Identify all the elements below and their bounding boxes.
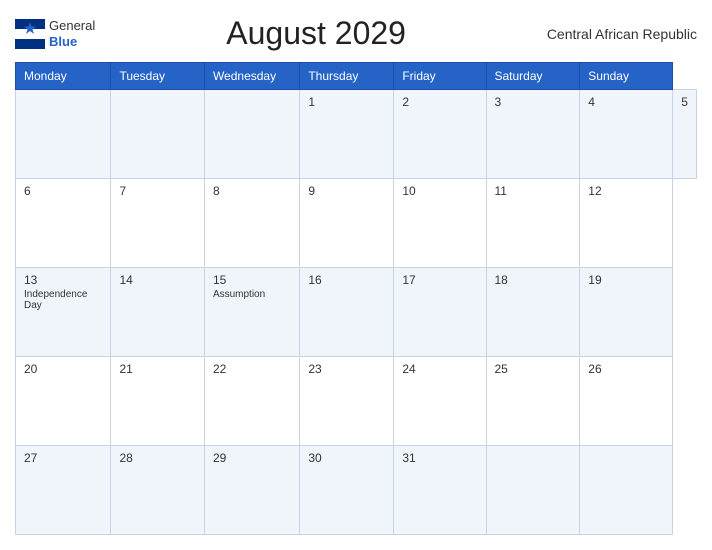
day-number: 25 (495, 362, 572, 376)
day-number: 5 (681, 95, 688, 109)
header-wednesday: Wednesday (204, 63, 299, 90)
calendar-cell: 24 (394, 357, 486, 446)
day-number: 20 (24, 362, 102, 376)
calendar-cell: 27 (16, 446, 111, 535)
calendar-cell: 13 Independence Day (16, 268, 111, 357)
calendar-cell (204, 90, 299, 179)
day-number: 24 (402, 362, 477, 376)
calendar-cell: 10 (394, 179, 486, 268)
calendar-cell: 7 (111, 179, 205, 268)
calendar-cell: 15 Assumption (204, 268, 299, 357)
calendar-header: General Blue August 2029 Central African… (15, 15, 697, 52)
calendar-cell: 21 (111, 357, 205, 446)
calendar-cell: 31 (394, 446, 486, 535)
calendar-week-row: 27 28 29 30 31 (16, 446, 697, 535)
calendar-cell: 5 (673, 90, 697, 179)
day-number: 19 (588, 273, 664, 287)
calendar-cell: 3 (486, 90, 580, 179)
header-monday: Monday (16, 63, 111, 90)
calendar-cell (580, 446, 673, 535)
calendar-title: August 2029 (95, 15, 537, 52)
calendar-cell: 4 (580, 90, 673, 179)
header-thursday: Thursday (300, 63, 394, 90)
calendar-cell: 8 (204, 179, 299, 268)
day-number: 23 (308, 362, 385, 376)
calendar-cell: 1 (300, 90, 394, 179)
calendar-cell: 16 (300, 268, 394, 357)
calendar-cell: 20 (16, 357, 111, 446)
header-sunday: Sunday (580, 63, 673, 90)
day-number: 16 (308, 273, 385, 287)
calendar-week-row: 1 2 3 4 5 (16, 90, 697, 179)
day-number: 8 (213, 184, 291, 198)
calendar-cell: 25 (486, 357, 580, 446)
weekday-header-row: Monday Tuesday Wednesday Thursday Friday… (16, 63, 697, 90)
header-saturday: Saturday (486, 63, 580, 90)
calendar-cell: 2 (394, 90, 486, 179)
day-number: 3 (495, 95, 572, 109)
day-number: 26 (588, 362, 664, 376)
calendar-cell: 29 (204, 446, 299, 535)
calendar-week-row: 6 7 8 9 10 11 12 (16, 179, 697, 268)
day-number: 28 (119, 451, 196, 465)
day-number: 14 (119, 273, 196, 287)
day-number: 29 (213, 451, 291, 465)
calendar-cell: 11 (486, 179, 580, 268)
logo-icon (15, 19, 45, 49)
holiday-name: Assumption (213, 289, 291, 300)
day-number: 1 (308, 95, 385, 109)
calendar-cell: 28 (111, 446, 205, 535)
day-number: 27 (24, 451, 102, 465)
calendar-week-row: 20 21 22 23 24 25 26 (16, 357, 697, 446)
logo: General Blue (15, 18, 95, 49)
day-number: 30 (308, 451, 385, 465)
day-number: 11 (495, 184, 572, 198)
calendar-cell: 26 (580, 357, 673, 446)
day-number: 17 (402, 273, 477, 287)
calendar-cell (16, 90, 111, 179)
calendar-cell: 23 (300, 357, 394, 446)
day-number: 7 (119, 184, 196, 198)
day-number: 31 (402, 451, 477, 465)
day-number: 4 (588, 95, 664, 109)
day-number: 6 (24, 184, 102, 198)
country-name: Central African Republic (537, 26, 697, 42)
header-tuesday: Tuesday (111, 63, 205, 90)
holiday-name: Independence Day (24, 289, 102, 311)
calendar-week-row: 13 Independence Day 14 15 Assumption 16 17 18 19 (16, 268, 697, 357)
day-number: 13 (24, 273, 102, 287)
calendar-cell: 14 (111, 268, 205, 357)
day-number: 18 (495, 273, 572, 287)
calendar-table: Monday Tuesday Wednesday Thursday Friday… (15, 62, 697, 535)
day-number: 15 (213, 273, 291, 287)
calendar-cell: 17 (394, 268, 486, 357)
calendar-cell (486, 446, 580, 535)
day-number: 22 (213, 362, 291, 376)
day-number: 12 (588, 184, 664, 198)
calendar-cell: 12 (580, 179, 673, 268)
calendar-cell: 22 (204, 357, 299, 446)
calendar-cell: 30 (300, 446, 394, 535)
header-friday: Friday (394, 63, 486, 90)
calendar-cell (111, 90, 205, 179)
calendar-cell: 19 (580, 268, 673, 357)
logo-text: General Blue (49, 18, 95, 49)
day-number: 21 (119, 362, 196, 376)
calendar-cell: 6 (16, 179, 111, 268)
calendar-cell: 18 (486, 268, 580, 357)
day-number: 10 (402, 184, 477, 198)
calendar-cell: 9 (300, 179, 394, 268)
day-number: 9 (308, 184, 385, 198)
day-number: 2 (402, 95, 477, 109)
